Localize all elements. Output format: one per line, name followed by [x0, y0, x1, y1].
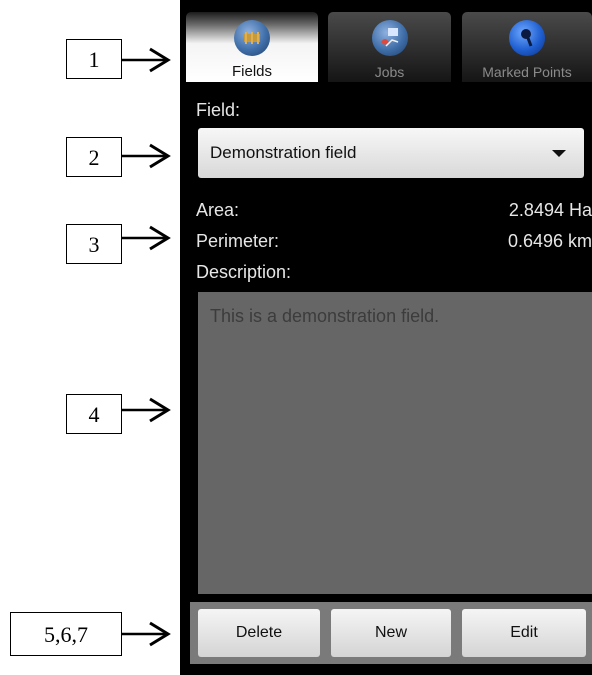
- area-label: Area:: [196, 200, 240, 220]
- description-textarea[interactable]: This is a demonstration field.: [198, 292, 592, 594]
- tab-jobs-label: Jobs: [374, 64, 405, 80]
- callout-1: 1: [66, 39, 122, 79]
- perimeter-value: 0.6496 km: [507, 231, 592, 251]
- delete-button[interactable]: Delete: [198, 609, 320, 657]
- callout-3: 3: [66, 224, 122, 264]
- arrow-2-icon: [122, 143, 171, 169]
- map-pin-icon: [509, 20, 545, 56]
- description-text: This is a demonstration field.: [210, 306, 440, 326]
- callout-2: 2: [66, 137, 122, 177]
- description-label: Description:: [196, 262, 292, 282]
- arrow-3-icon: [122, 225, 171, 251]
- button-bar: Delete New Edit: [190, 602, 592, 664]
- field-label: Field:: [196, 100, 241, 120]
- tab-marked-points-label: Marked Points: [482, 64, 572, 80]
- tab-bar: Fields Jobs Marked Points: [180, 12, 592, 82]
- arrow-1-icon: [122, 47, 171, 73]
- field-select[interactable]: Demonstration field: [198, 128, 584, 178]
- perimeter-label: Perimeter:: [196, 231, 280, 251]
- new-button[interactable]: New: [331, 609, 451, 657]
- chevron-down-icon: [552, 150, 566, 157]
- tab-marked-points[interactable]: Marked Points: [462, 12, 592, 82]
- tab-jobs[interactable]: Jobs: [328, 12, 451, 82]
- field-select-value: Demonstration field: [210, 143, 357, 162]
- arrow-5-6-7-icon: [122, 621, 171, 647]
- callout-5-6-7: 5,6,7: [10, 612, 122, 656]
- area-value: 2.8494 Ha: [508, 200, 592, 220]
- jobs-globe-icon: [371, 20, 408, 56]
- app-screen: Fields Jobs Marked Points Field: Demonst…: [180, 0, 592, 675]
- edit-button[interactable]: Edit: [462, 609, 586, 657]
- field-globe-icon: [234, 20, 270, 56]
- tab-fields[interactable]: Fields: [186, 12, 318, 82]
- callout-4: 4: [66, 394, 122, 434]
- arrow-4-icon: [122, 397, 171, 423]
- tab-fields-label: Fields: [231, 63, 272, 80]
